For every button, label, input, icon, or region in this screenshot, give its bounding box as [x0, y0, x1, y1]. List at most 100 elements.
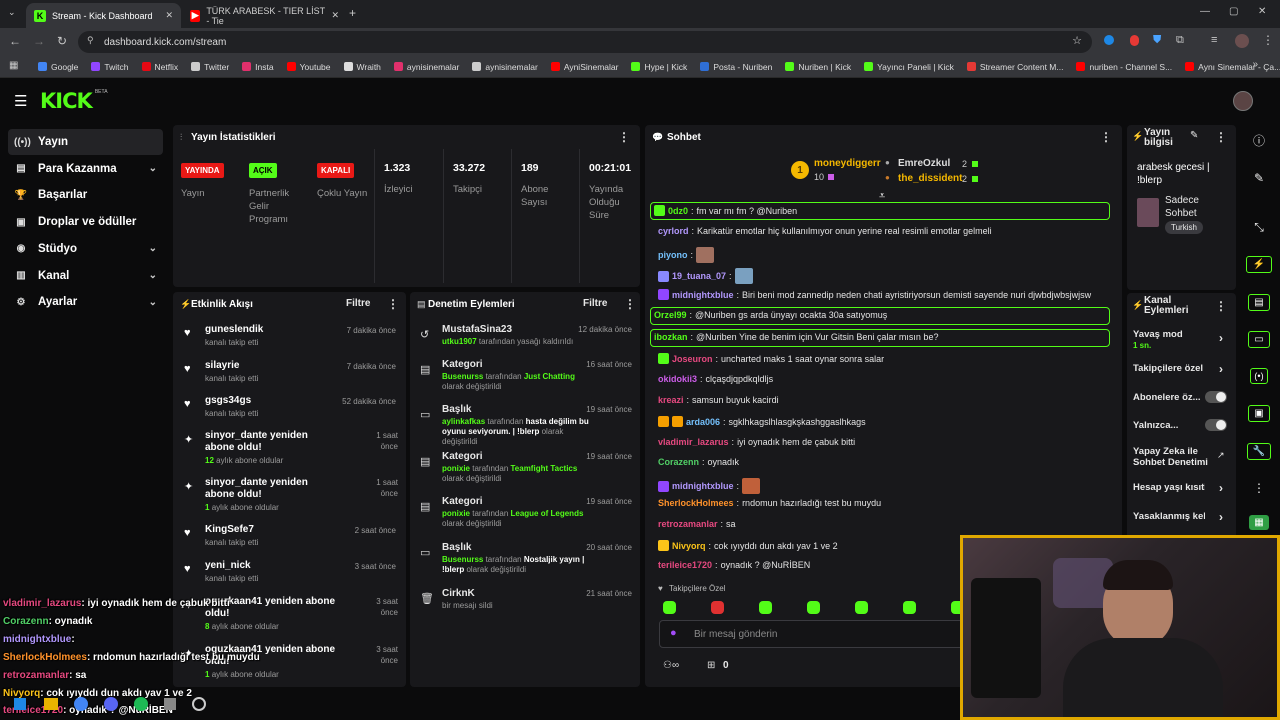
resize-icon[interactable]: ⤡ [1242, 213, 1276, 241]
chat-username[interactable]: terileice1720 [658, 560, 712, 570]
obs-icon[interactable] [192, 697, 206, 711]
tab-kick-dashboard[interactable]: K Stream - Kick Dashboard ✕ [26, 3, 181, 28]
moderation-filter-button[interactable]: Filtre [583, 298, 607, 309]
sidebar-item[interactable]: 🏆 Başarılar [8, 182, 163, 208]
bookmark-item[interactable]: Nuriben | Kick [785, 62, 851, 72]
close-window-icon[interactable]: ✕ [1258, 6, 1266, 17]
channel-actions-menu-icon[interactable]: ⋮ [1215, 299, 1227, 313]
bookmark-item[interactable]: nuriben - Channel S... [1076, 62, 1172, 72]
activity-name[interactable]: gsgs34gs [205, 395, 335, 407]
activity-filter-button[interactable]: Filtre [346, 298, 370, 309]
bookmark-item[interactable]: Netflix [141, 62, 178, 72]
document-tool-icon[interactable]: ▤ [1242, 288, 1276, 316]
users-infinity-icon[interactable]: ⚇∞ [663, 660, 679, 671]
chat-username[interactable]: midnightxblue [672, 290, 734, 300]
chat-username[interactable]: piyono [658, 250, 688, 260]
more-tools-icon[interactable]: ⋮ [1242, 474, 1276, 502]
info-icon[interactable]: ⓘ [1242, 126, 1276, 154]
microphone-icon[interactable]: ● [670, 627, 677, 639]
bookmark-item[interactable]: Insta [242, 62, 274, 72]
tag-turkish[interactable]: Turkish [1165, 221, 1203, 234]
bookmark-item[interactable]: Twitch [91, 62, 129, 72]
user-avatar[interactable] [1233, 91, 1253, 111]
inbox-tool-icon[interactable]: ▣ [1242, 399, 1276, 427]
bookmark-item[interactable]: Youtube [286, 62, 331, 72]
bookmark-item[interactable]: Twitter [191, 62, 229, 72]
chat-username[interactable]: midnightxblue [672, 481, 734, 491]
chat-username[interactable]: Nivyorq [672, 541, 706, 551]
gifter-2-name[interactable]: EmreOzkul [898, 158, 950, 169]
maximize-icon[interactable]: ▢ [1229, 6, 1238, 17]
more-bookmarks-icon[interactable]: » [1252, 59, 1258, 70]
bookmark-item[interactable]: Posta - Nuriben [700, 62, 772, 72]
chrome-icon[interactable] [74, 697, 88, 711]
bookmark-item[interactable]: Hype | Kick [631, 62, 687, 72]
activity-name[interactable]: sinyor_dante yeniden abone oldu! [205, 477, 340, 501]
bookmark-item[interactable]: Streamer Content M... [966, 62, 1063, 72]
new-tab-icon[interactable]: + [349, 6, 356, 20]
chat-username[interactable]: SherlockHolmees [658, 498, 734, 508]
hamburger-menu-icon[interactable]: ☰ [14, 92, 27, 110]
quick-action-lightning-icon[interactable]: ⚡ [1242, 250, 1276, 278]
extension-icon[interactable] [1104, 35, 1114, 45]
bookmark-item[interactable]: Wraith [343, 62, 381, 72]
browser-menu-icon[interactable]: ⋮ [1262, 33, 1274, 47]
stream-info-menu-icon[interactable]: ⋮ [1215, 130, 1227, 144]
chat-username[interactable]: arda006 [686, 417, 720, 427]
toggle-switch[interactable] [1205, 419, 1227, 431]
emote-quick-icon[interactable] [807, 601, 820, 614]
bookmark-item[interactable]: aynisinemalar [393, 62, 459, 72]
broadcast-tool-icon[interactable]: (•) [1242, 362, 1276, 390]
emote-quick-icon[interactable] [759, 601, 772, 614]
emote-quick-icon[interactable] [663, 601, 676, 614]
bookmark-item[interactable]: Google [38, 62, 78, 72]
kicks-gift-icon[interactable]: ⊞ [707, 660, 715, 671]
shield-extension-icon[interactable]: ⛊ [1153, 34, 1161, 47]
forward-icon[interactable]: → [33, 34, 45, 48]
chat-tool-icon[interactable]: ▭ [1242, 325, 1276, 353]
tab-turk-arabesk[interactable]: ▶ TÜRK ARABESK - TIER LİST - Tie ✕ [182, 3, 347, 28]
spotify-icon[interactable] [134, 697, 148, 711]
site-info-icon[interactable]: ⚲ [87, 35, 94, 46]
chat-username[interactable]: 19_tuana_07 [672, 271, 726, 281]
activity-name[interactable]: KingSefe7 [205, 524, 335, 536]
sidebar-item[interactable]: ⚙ Ayarlar ⌄ [8, 289, 163, 315]
chat-username[interactable]: ibozkan [654, 332, 688, 342]
emote-quick-icon[interactable] [855, 601, 868, 614]
chat-username[interactable]: 0dz0 [668, 206, 688, 216]
chat-username[interactable]: Joseuron [672, 354, 713, 364]
bookmark-item[interactable]: AyniSinemalar [550, 62, 618, 72]
chat-username[interactable]: Orzel99 [654, 310, 687, 320]
kick-logo[interactable]: KICK BETA [40, 89, 108, 113]
back-icon[interactable]: ← [9, 34, 21, 48]
edit-pencil-icon[interactable]: ✎ [1190, 130, 1198, 141]
sidebar-item[interactable]: ((•)) Yayın [8, 129, 163, 155]
apps-grid-icon[interactable]: ▦ [9, 60, 18, 71]
activity-name[interactable]: silayrie [205, 360, 335, 372]
chat-username[interactable]: retrozamanlar [658, 519, 718, 529]
reload-icon[interactable]: ↻ [57, 34, 67, 48]
close-tab-icon[interactable]: ✕ [331, 10, 339, 21]
sidebar-item[interactable]: ▤ Para Kazanma ⌄ [8, 156, 163, 182]
add-widget-icon[interactable]: ▦ [1242, 508, 1276, 536]
bookmark-star-icon[interactable]: ☆ [1072, 34, 1082, 47]
extension-red-icon[interactable] [1130, 35, 1139, 46]
tab-search-icon[interactable]: ⌄ [8, 7, 16, 18]
wrench-tool-icon[interactable]: 🔧 [1242, 437, 1276, 465]
sidebar-item[interactable]: ◉ Stüdyo ⌄ [8, 236, 163, 262]
chat-username[interactable]: kreazi [658, 395, 684, 405]
bookmark-item[interactable]: aynisinemalar [472, 62, 538, 72]
sidebar-item[interactable]: ▥ Kanal ⌄ [8, 263, 163, 289]
profile-avatar[interactable] [1235, 34, 1249, 48]
activity-name[interactable]: yeni_nick [205, 560, 335, 572]
bookmark-item[interactable]: Yayıncı Paneli | Kick [864, 62, 954, 72]
emote-quick-icon[interactable] [711, 601, 724, 614]
url-field[interactable]: ⚲ dashboard.kick.com/stream ☆ [78, 31, 1092, 53]
extensions-puzzle-icon[interactable]: ⧉ [1176, 34, 1184, 47]
activity-menu-icon[interactable]: ⋮ [387, 297, 399, 311]
chat-username[interactable]: okidokii3 [658, 374, 697, 384]
toggle-switch[interactable] [1205, 391, 1227, 403]
close-tab-icon[interactable]: ✕ [165, 10, 173, 21]
top-gifter-name[interactable]: moneydiggerr [814, 158, 881, 169]
stats-menu-icon[interactable]: ⋮ [618, 130, 630, 144]
